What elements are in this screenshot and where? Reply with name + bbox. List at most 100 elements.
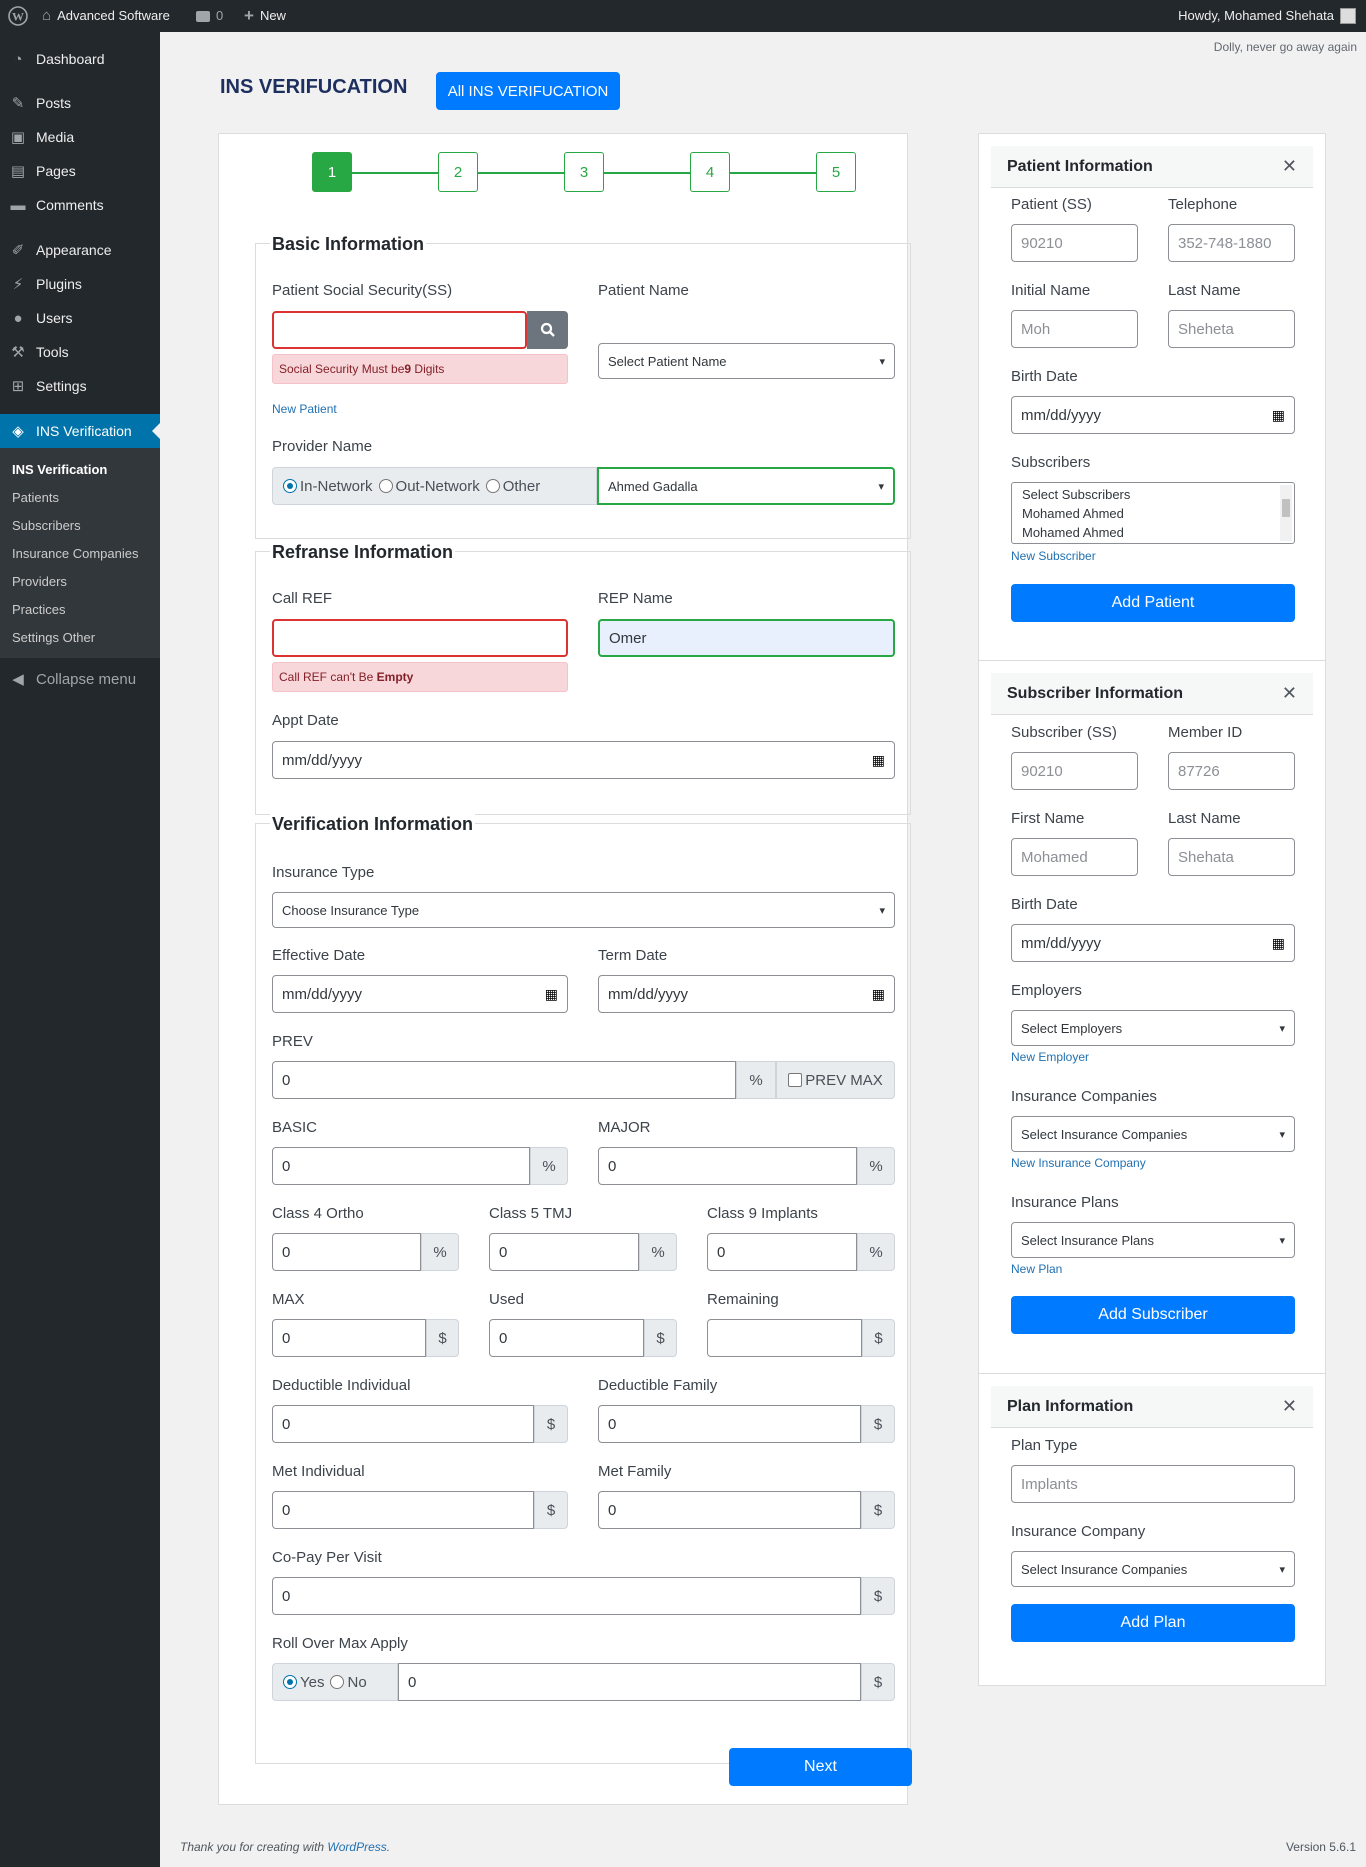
class4-input[interactable]: 0: [272, 1233, 421, 1271]
scrollbar-thumb[interactable]: [1282, 499, 1290, 517]
prev-max-checkbox[interactable]: PREV MAX: [776, 1061, 895, 1099]
subscriber-birth-input[interactable]: mm/dd/yyyy ▦: [1011, 924, 1295, 962]
subscriber-option[interactable]: Mohamed Ahmed: [1022, 523, 1284, 542]
new-subscriber-link[interactable]: New Subscriber: [1011, 549, 1096, 563]
class5-input[interactable]: 0: [489, 1233, 639, 1271]
insurance-type-select[interactable]: Choose Insurance Type ▾: [272, 892, 895, 928]
all-ins-verification-button[interactable]: All INS VERIFUCATION: [436, 72, 620, 110]
menu-dashboard[interactable]: ◔ Dashboard: [0, 42, 160, 76]
subscriber-option[interactable]: Mohamed Ahmed: [1022, 504, 1284, 523]
telephone-input[interactable]: 352-748-1880: [1168, 224, 1295, 262]
calendar-icon[interactable]: ▦: [872, 986, 885, 1003]
site-name-link[interactable]: ⌂ Advanced Software: [42, 0, 170, 32]
new-insurance-company-link[interactable]: New Insurance Company: [1011, 1156, 1146, 1170]
submenu-subscribers[interactable]: Subscribers: [12, 518, 81, 533]
subscriber-last-name-input[interactable]: Shehata: [1168, 838, 1295, 876]
appt-date-input[interactable]: mm/dd/yyyy ▦: [272, 741, 895, 779]
met-individual-input[interactable]: 0: [272, 1491, 534, 1529]
step-4[interactable]: 4: [690, 152, 730, 192]
submenu-providers[interactable]: Providers: [12, 574, 67, 589]
menu-users[interactable]: ● Users: [0, 301, 160, 335]
calendar-icon[interactable]: ▦: [1272, 935, 1285, 952]
used-input[interactable]: 0: [489, 1319, 644, 1357]
plan-type-input[interactable]: Implants: [1011, 1465, 1295, 1503]
subscribers-multiselect[interactable]: Select Subscribers Mohamed Ahmed Mohamed…: [1011, 482, 1295, 544]
term-date-input[interactable]: mm/dd/yyyy ▦: [598, 975, 895, 1013]
basic-input[interactable]: 0: [272, 1147, 530, 1185]
step-3[interactable]: 3: [564, 152, 604, 192]
menu-media[interactable]: ▣ Media: [0, 120, 160, 154]
deductible-family-input[interactable]: 0: [598, 1405, 861, 1443]
patient-last-name-input[interactable]: Sheheta: [1168, 310, 1295, 348]
patient-name-select[interactable]: Select Patient Name ▾: [598, 343, 895, 379]
radio-out-network[interactable]: Out-Network: [378, 478, 480, 495]
radio-no[interactable]: No: [330, 1674, 367, 1691]
add-patient-button[interactable]: Add Patient: [1011, 584, 1295, 622]
close-icon[interactable]: ✕: [1282, 683, 1297, 704]
rollover-input[interactable]: 0: [398, 1663, 861, 1701]
rep-name-input[interactable]: Omer: [598, 619, 895, 657]
wordpress-link[interactable]: WordPress: [327, 1840, 386, 1854]
subscriber-ss-input[interactable]: 90210: [1011, 752, 1138, 790]
menu-plugins[interactable]: ⚡ Plugins: [0, 267, 160, 301]
effective-date-input[interactable]: mm/dd/yyyy ▦: [272, 975, 568, 1013]
major-input[interactable]: 0: [598, 1147, 857, 1185]
prev-input[interactable]: 0: [272, 1061, 736, 1099]
copay-input[interactable]: 0: [272, 1577, 861, 1615]
remaining-input[interactable]: [707, 1319, 862, 1357]
close-icon[interactable]: ✕: [1282, 1396, 1297, 1417]
deductible-individual-input[interactable]: 0: [272, 1405, 534, 1443]
class9-input[interactable]: 0: [707, 1233, 857, 1271]
first-name-input[interactable]: Mohamed: [1011, 838, 1138, 876]
menu-posts[interactable]: ✎ Posts: [0, 86, 160, 120]
radio-other[interactable]: Other: [485, 478, 540, 495]
provider-select[interactable]: Ahmed Gadalla ▾: [597, 467, 895, 505]
add-plan-button[interactable]: Add Plan: [1011, 1604, 1295, 1642]
close-icon[interactable]: ✕: [1282, 156, 1297, 177]
user-account-link[interactable]: Howdy, Mohamed Shehata: [1178, 0, 1356, 32]
wordpress-logo-icon[interactable]: W: [8, 0, 28, 32]
calendar-icon[interactable]: ▦: [545, 986, 558, 1003]
next-button[interactable]: Next: [729, 1748, 912, 1786]
subscriber-option[interactable]: Select Subscribers: [1022, 485, 1284, 504]
comments-link[interactable]: 0: [196, 0, 223, 32]
new-employer-link[interactable]: New Employer: [1011, 1050, 1089, 1064]
ss-input[interactable]: [272, 311, 527, 349]
met-family-input[interactable]: 0: [598, 1491, 861, 1529]
radio-in-network[interactable]: In-Network: [283, 478, 373, 495]
step-5[interactable]: 5: [816, 152, 856, 192]
menu-appearance[interactable]: ✐ Appearance: [0, 233, 160, 267]
new-plan-link[interactable]: New Plan: [1011, 1262, 1062, 1276]
submenu-settings-other[interactable]: Settings Other: [12, 630, 95, 645]
step-2[interactable]: 2: [438, 152, 478, 192]
step-1[interactable]: 1: [312, 152, 352, 192]
ss-search-button[interactable]: [527, 311, 568, 349]
patient-birth-input[interactable]: mm/dd/yyyy ▦: [1011, 396, 1295, 434]
call-ref-input[interactable]: [272, 619, 568, 657]
submenu-insurance-companies[interactable]: Insurance Companies: [12, 546, 138, 561]
submenu-patients[interactable]: Patients: [12, 490, 59, 505]
menu-tools[interactable]: ⚒ Tools: [0, 335, 160, 369]
employers-select[interactable]: Select Employers ▾: [1011, 1010, 1295, 1046]
new-patient-link[interactable]: New Patient: [272, 402, 337, 416]
patient-ss-input[interactable]: 90210: [1011, 224, 1138, 262]
submenu-practices[interactable]: Practices: [12, 602, 65, 617]
menu-ins-verification[interactable]: ◈ INS Verification: [0, 414, 160, 448]
initial-name-input[interactable]: Moh: [1011, 310, 1138, 348]
member-id-input[interactable]: 87726: [1168, 752, 1295, 790]
menu-settings[interactable]: ⊞ Settings: [0, 369, 160, 403]
calendar-icon[interactable]: ▦: [1272, 407, 1285, 424]
new-content-link[interactable]: + New: [244, 0, 286, 32]
calendar-icon[interactable]: ▦: [872, 752, 885, 769]
radio-yes[interactable]: Yes: [283, 1674, 324, 1691]
insurance-plans-select[interactable]: Select Insurance Plans ▾: [1011, 1222, 1295, 1258]
insurance-companies-select[interactable]: Select Insurance Companies ▾: [1011, 1116, 1295, 1152]
add-subscriber-button[interactable]: Add Subscriber: [1011, 1296, 1295, 1334]
max-input[interactable]: 0: [272, 1319, 426, 1357]
menu-comments[interactable]: ▬ Comments: [0, 188, 160, 222]
plan-company-select[interactable]: Select Insurance Companies ▾: [1011, 1551, 1295, 1587]
collapse-menu-button[interactable]: ◀ Collapse menu: [0, 662, 160, 696]
submenu-ins-verification[interactable]: INS Verification: [12, 462, 107, 477]
scrollbar[interactable]: [1280, 485, 1292, 541]
menu-pages[interactable]: ▤ Pages: [0, 154, 160, 188]
